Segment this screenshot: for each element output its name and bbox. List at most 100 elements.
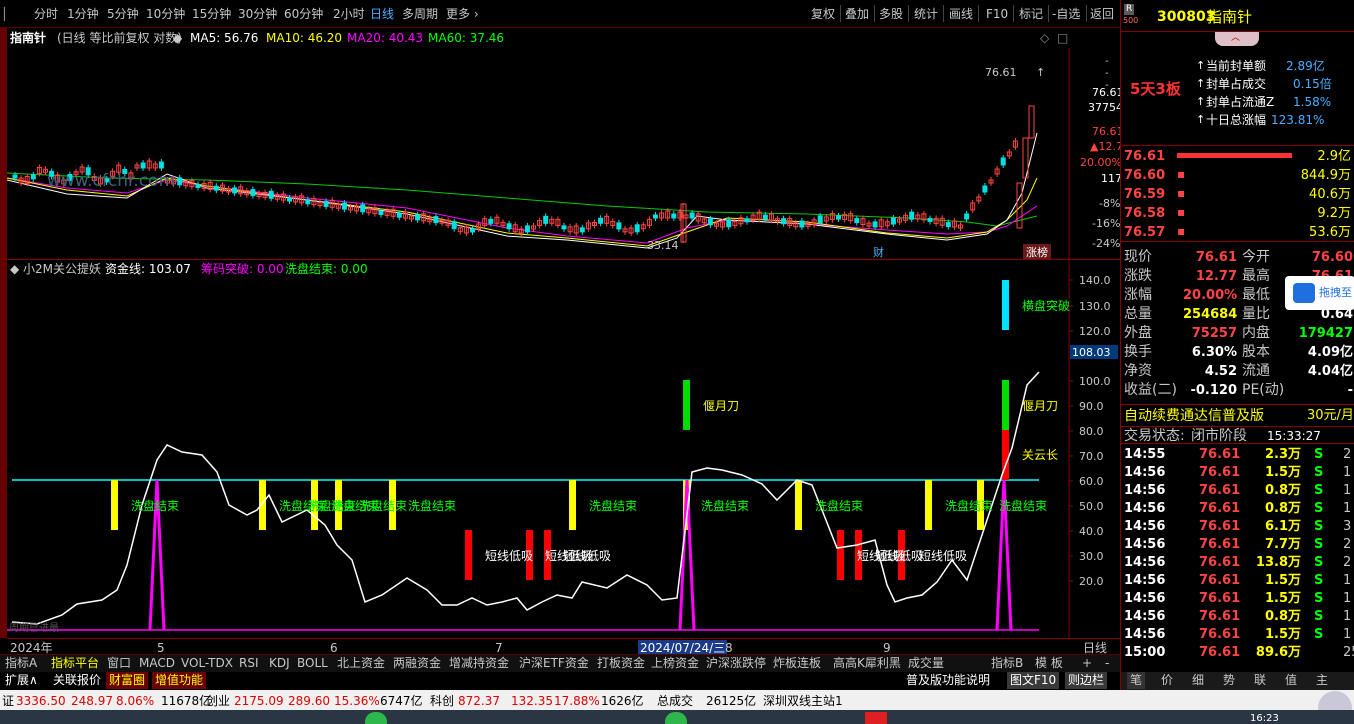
trade-time: 15:33:27 bbox=[1267, 429, 1321, 443]
quote-tab[interactable]: 主 bbox=[1313, 672, 1331, 689]
left-side-tabs[interactable] bbox=[0, 28, 7, 638]
quote-value: 4.52 bbox=[1204, 364, 1237, 379]
period-tab-more[interactable]: 更多 › bbox=[446, 8, 479, 20]
bid-volume: 40.6万 bbox=[1309, 187, 1351, 202]
tick-count: 1 bbox=[1343, 465, 1352, 480]
tab-related-quote[interactable]: 关联报价 bbox=[50, 672, 104, 689]
indicator-tab[interactable]: 增减持资金 bbox=[446, 655, 512, 672]
indicator-tab[interactable]: 炸板连板 bbox=[770, 655, 824, 672]
quote-tab[interactable]: 细 bbox=[1189, 672, 1207, 689]
sector-link[interactable]: 自动续费通达信普及版 bbox=[1124, 409, 1264, 423]
quote-tab[interactable]: 势 bbox=[1220, 672, 1238, 689]
indicator-tab[interactable]: 打板资金 bbox=[594, 655, 648, 672]
period-tab[interactable]: 15分钟 bbox=[192, 8, 231, 20]
quote-value: 75257 bbox=[1191, 326, 1237, 341]
fin-marker: 财 bbox=[873, 245, 884, 259]
period-tab-active[interactable]: 日线 bbox=[370, 8, 394, 20]
period-tab[interactable]: 10分钟 bbox=[146, 8, 185, 20]
indicator-tab[interactable]: 两融资金 bbox=[390, 655, 444, 672]
indicator-tab[interactable]: 指标A bbox=[2, 655, 40, 672]
os-taskbar: 16:23 bbox=[0, 710, 1354, 724]
tab-extend[interactable]: 扩展∧ bbox=[2, 672, 41, 689]
kline-svg: www.cfchr.com 涨榜 财 33.14 76.61 ↑ - - - 7… bbox=[7, 48, 1120, 260]
zoom-in-button[interactable]: + bbox=[1079, 655, 1095, 672]
overlay-button[interactable]: 叠加 bbox=[845, 8, 869, 20]
x-axis: 2024年 5 6 7 2024/07/24/三 8 9 日线 bbox=[7, 638, 1120, 656]
indicator-tab[interactable]: KDJ bbox=[266, 655, 293, 672]
collapse-tab[interactable]: ︿ bbox=[1215, 32, 1259, 46]
tab-sidebar[interactable]: 则边栏 bbox=[1065, 672, 1108, 689]
quote-label: 内盘 bbox=[1242, 325, 1270, 341]
quote-tab[interactable]: 笔 bbox=[1127, 672, 1146, 689]
indicator-tab[interactable]: 窗口 bbox=[104, 655, 134, 672]
tick-count: 2 bbox=[1343, 447, 1352, 462]
wash-end-label: 洗盘结束 bbox=[701, 499, 750, 513]
period-tab[interactable]: 1分钟 bbox=[67, 8, 99, 20]
draw-line-button[interactable]: 画线 bbox=[949, 8, 973, 20]
restore-rights-button[interactable]: 复权 bbox=[811, 8, 835, 20]
menu-arrow-icon[interactable]: ▏ bbox=[4, 8, 13, 20]
svg-text:-24%: -24% bbox=[1092, 237, 1120, 250]
tick-price: 76.61 bbox=[1199, 609, 1241, 624]
indicator-axis-tick: 20.0 bbox=[1079, 575, 1104, 588]
indicator-tab[interactable]: MACD bbox=[136, 655, 178, 672]
quote-label: 换手 bbox=[1124, 344, 1152, 360]
tick-count: 1 bbox=[1343, 609, 1352, 624]
tick-time: 14:56 bbox=[1124, 465, 1166, 480]
short-buy-label: 短线低吸 bbox=[875, 549, 924, 563]
indicator-tab[interactable]: VOL-TDX bbox=[178, 655, 236, 672]
zoom-out-button[interactable]: - bbox=[1102, 655, 1112, 672]
quote-tab[interactable]: 联 bbox=[1251, 672, 1269, 689]
wash-end-label: 洗盘结束 bbox=[359, 499, 408, 513]
indicator-tab[interactable]: BOLL bbox=[294, 655, 331, 672]
kline-chart-panel[interactable]: 指南针 (日线 等比前复权 对数) ◆ MA5: 56.76 MA10: 46.… bbox=[7, 28, 1120, 260]
back-button[interactable]: 返回 bbox=[1090, 8, 1114, 20]
indicator-tab[interactable]: 高高K犀利黑 bbox=[830, 655, 904, 672]
quote-tabs: 笔价细势联值主 bbox=[1120, 672, 1354, 690]
period-tab[interactable]: 2小时 bbox=[333, 8, 365, 20]
tick-count: 25 bbox=[1343, 645, 1354, 660]
tab-value-added[interactable]: 增值功能 bbox=[152, 672, 207, 689]
indicator-axis-tick: 50.0 bbox=[1079, 500, 1104, 513]
tab-wealth[interactable]: 财富圈 bbox=[106, 672, 149, 689]
bid-price: 76.59 bbox=[1124, 187, 1166, 202]
tab-f10[interactable]: 图文F10 bbox=[1007, 672, 1060, 689]
top-menu-bar: ▏ 分时 1分钟 5分钟 10分钟 15分钟 30分钟 60分钟 2小时 日线 … bbox=[0, 0, 1120, 28]
tick-volume: 1.5万 bbox=[1264, 627, 1301, 642]
period-tab[interactable]: 多周期 bbox=[402, 8, 438, 20]
indicator-tab[interactable]: 上榜资金 bbox=[648, 655, 702, 672]
quote-label: 股本 bbox=[1242, 344, 1270, 360]
bid-price: 76.60 bbox=[1124, 168, 1166, 183]
indicator-axis-tick: 90.0 bbox=[1079, 400, 1104, 413]
indicator-tab[interactable]: RSI bbox=[236, 655, 262, 672]
period-tab[interactable]: 分时 bbox=[34, 8, 58, 20]
indicator-tab[interactable]: 成交量 bbox=[905, 655, 947, 672]
statistics-button[interactable]: 统计 bbox=[914, 8, 938, 20]
f10-button[interactable]: F10 bbox=[986, 8, 1008, 20]
indicator-tab[interactable]: 沪深涨跌停 bbox=[703, 655, 769, 672]
indicator-tab[interactable]: 指标平台 bbox=[48, 655, 102, 672]
quote-label: 涨幅 bbox=[1124, 287, 1152, 303]
indicator-tab[interactable]: 沪深ETF资金 bbox=[516, 655, 592, 672]
quote-tab[interactable]: 值 bbox=[1282, 672, 1300, 689]
tick-volume: 0.8万 bbox=[1264, 501, 1301, 516]
henpan-bar bbox=[1002, 280, 1009, 330]
indicator-b-tab[interactable]: 指标B bbox=[988, 655, 1026, 672]
indicator-panel[interactable]: ◆ 小2M关公提妖 资金线: 103.07 筹码突破: 0.00 洗盘结束: 0… bbox=[7, 260, 1120, 638]
period-tab[interactable]: 60分钟 bbox=[284, 8, 323, 20]
template-tab[interactable]: 模 板 bbox=[1032, 655, 1066, 672]
drag-popup[interactable]: 拖拽至 bbox=[1285, 276, 1354, 310]
yanyue-bar bbox=[1002, 380, 1009, 430]
stock-badge: R bbox=[1124, 4, 1135, 15]
quote-tab[interactable]: 价 bbox=[1158, 672, 1176, 689]
tab-guide[interactable]: 普及版功能说明 bbox=[903, 672, 993, 689]
period-tab[interactable]: 5分钟 bbox=[107, 8, 139, 20]
period-tab[interactable]: 30分钟 bbox=[238, 8, 277, 20]
watchlist-remove-button[interactable]: -自选 bbox=[1052, 8, 1080, 20]
quote-label: 量比 bbox=[1242, 306, 1270, 322]
multi-stock-button[interactable]: 多股 bbox=[879, 8, 903, 20]
mark-button[interactable]: 标记 bbox=[1019, 8, 1043, 20]
tick-side: S bbox=[1314, 591, 1324, 606]
axis-pct: 20.00% bbox=[1080, 156, 1120, 169]
indicator-tab[interactable]: 北上资金 bbox=[334, 655, 388, 672]
